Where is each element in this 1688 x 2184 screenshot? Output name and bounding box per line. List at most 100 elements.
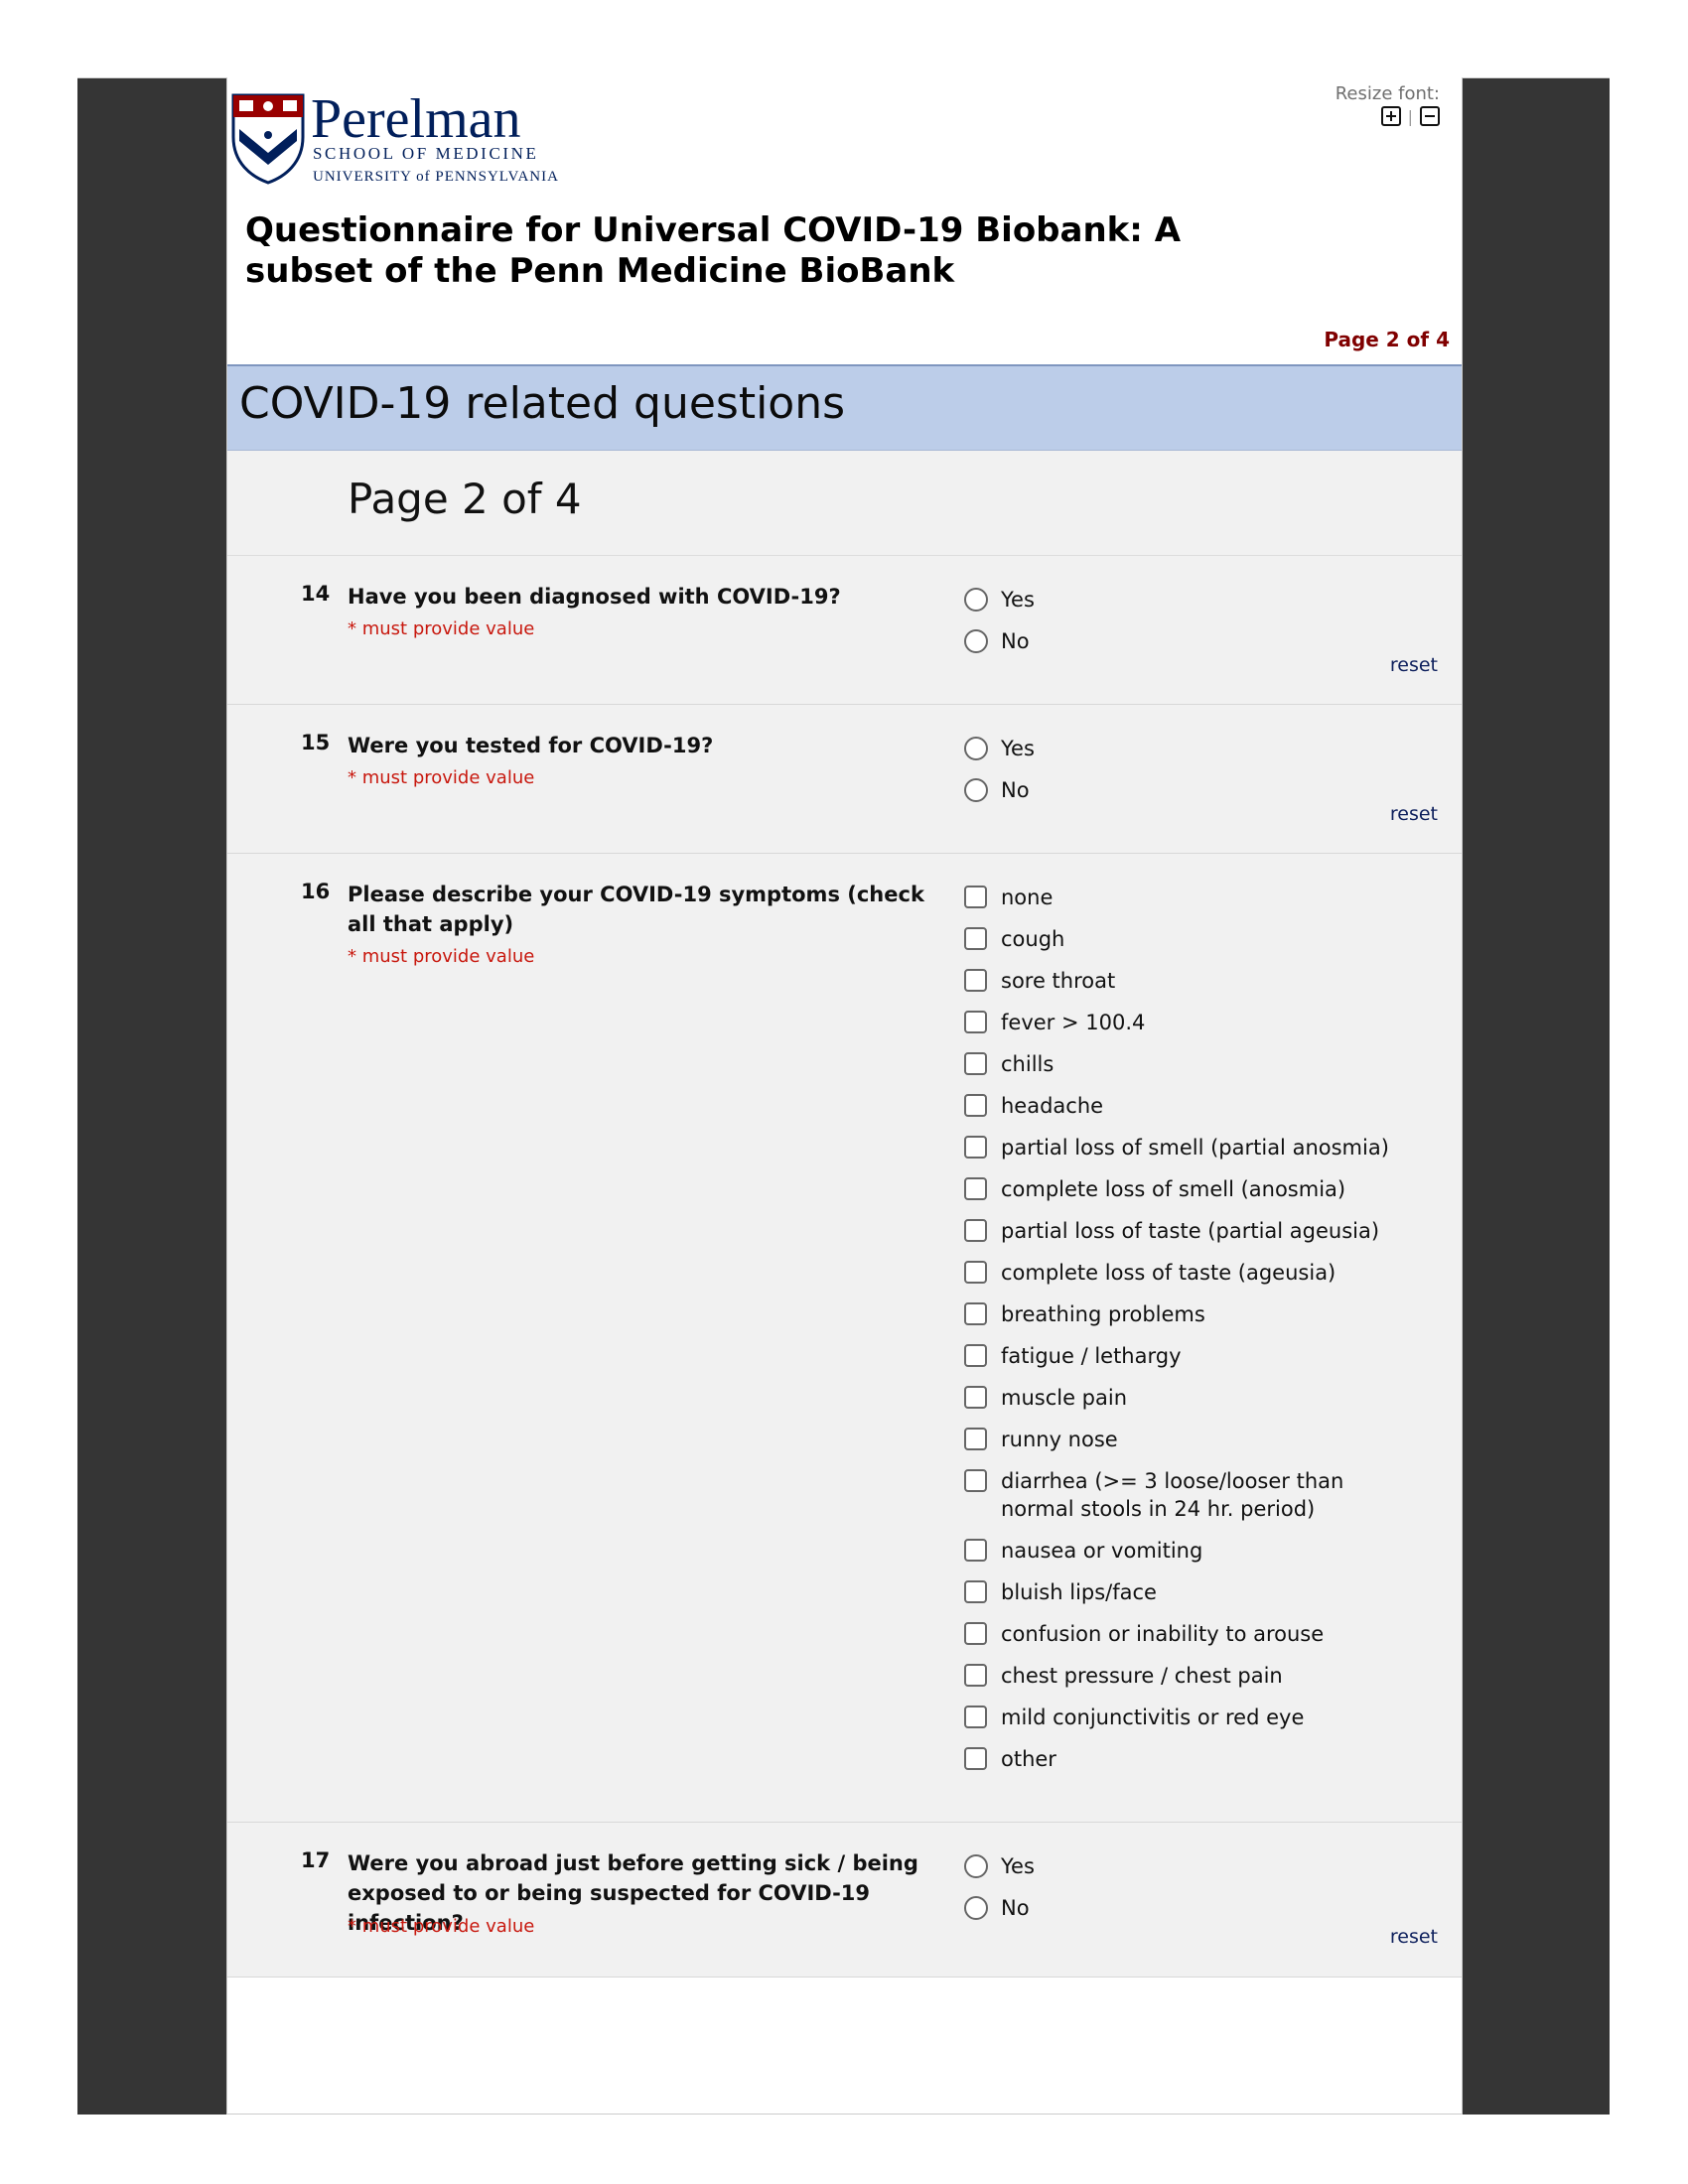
option-label: runny nose (1001, 1428, 1118, 1451)
question-text: Have you been diagnosed with COVID-19? (348, 585, 841, 609)
checkbox[interactable] (964, 1094, 987, 1117)
survey-title: Questionnaire for Universal COVID-19 Bio… (245, 210, 1182, 291)
checkbox[interactable] (964, 969, 987, 992)
option-label: Yes (1001, 588, 1035, 612)
option-label: chills (1001, 1052, 1055, 1076)
option-label: complete loss of taste (ageusia) (1001, 1261, 1336, 1285)
checkbox[interactable] (964, 1136, 987, 1159)
option-headache[interactable]: headache (964, 1092, 1441, 1120)
required-note: * must provide value (348, 946, 535, 967)
radio-button[interactable] (964, 1896, 988, 1920)
option-fever[interactable]: fever > 100.4 (964, 1009, 1441, 1036)
option-label: diarrhea (>= 3 loose/looser than normal … (1001, 1469, 1344, 1521)
option-label: mild conjunctivitis or red eye (1001, 1706, 1305, 1729)
option-runny-nose[interactable]: runny nose (964, 1426, 1441, 1453)
option-label: other (1001, 1747, 1056, 1771)
question-number: 15 (301, 731, 331, 754)
option-breathing-problems[interactable]: breathing problems (964, 1300, 1441, 1328)
logo-name: Perelman (311, 88, 520, 150)
option-yes[interactable]: Yes (964, 1852, 1441, 1880)
checkbox[interactable] (964, 1428, 987, 1450)
required-note: * must provide value (348, 767, 535, 788)
checkbox[interactable] (964, 1011, 987, 1033)
checkbox[interactable] (964, 1302, 987, 1325)
checkbox[interactable] (964, 1261, 987, 1284)
reset-link[interactable]: reset (1390, 803, 1438, 825)
option-partial-anosmia[interactable]: partial loss of smell (partial anosmia) (964, 1134, 1441, 1161)
option-bluish-lips[interactable]: bluish lips/face (964, 1578, 1441, 1606)
survey-container: Perelman SCHOOL OF MEDICINE UNIVERSITY o… (226, 77, 1463, 2115)
option-label: complete loss of smell (anosmia) (1001, 1177, 1346, 1201)
radio-button[interactable] (964, 737, 988, 760)
option-chest-pain[interactable]: chest pressure / chest pain (964, 1662, 1441, 1690)
checkbox[interactable] (964, 927, 987, 950)
option-partial-ageusia[interactable]: partial loss of taste (partial ageusia) (964, 1217, 1441, 1245)
option-muscle-pain[interactable]: muscle pain (964, 1384, 1441, 1412)
resize-separator: | (1407, 106, 1413, 126)
page-label: Page 2 of 4 (348, 475, 582, 523)
checkbox[interactable] (964, 1664, 987, 1687)
option-conjunctivitis[interactable]: mild conjunctivitis or red eye (964, 1704, 1441, 1731)
option-chills[interactable]: chills (964, 1050, 1441, 1078)
option-no[interactable]: No (964, 627, 1441, 655)
option-yes[interactable]: Yes (964, 735, 1441, 762)
checkbox[interactable] (964, 1052, 987, 1075)
question-text: Were you tested for COVID-19? (348, 734, 714, 757)
radio-button[interactable] (964, 778, 988, 802)
checkbox[interactable] (964, 1706, 987, 1728)
question-16: 16 Please describe your COVID-19 symptom… (227, 854, 1462, 1823)
radio-button[interactable] (964, 629, 988, 653)
checkbox[interactable] (964, 1580, 987, 1603)
resize-font-label: Resize font: (1335, 83, 1440, 104)
checkbox[interactable] (964, 1622, 987, 1645)
checkbox[interactable] (964, 1386, 987, 1409)
answer-options: Yes No (964, 735, 1441, 818)
penn-shield-icon (231, 93, 305, 185)
question-text: Please describe your COVID-19 symptoms (… (348, 883, 924, 936)
reset-link[interactable]: reset (1390, 1926, 1438, 1948)
radio-button[interactable] (964, 1854, 988, 1878)
perelman-logo: Perelman SCHOOL OF MEDICINE UNIVERSITY o… (229, 87, 567, 187)
required-note: * must provide value (348, 618, 535, 639)
option-label: breathing problems (1001, 1302, 1205, 1326)
font-decrease-icon[interactable] (1420, 106, 1440, 126)
option-yes[interactable]: Yes (964, 586, 1441, 614)
checkbox[interactable] (964, 1177, 987, 1200)
checkbox[interactable] (964, 1344, 987, 1367)
option-label: No (1001, 778, 1030, 802)
option-no[interactable]: No (964, 776, 1441, 804)
option-label: No (1001, 629, 1030, 653)
checkbox[interactable] (964, 886, 987, 908)
option-confusion[interactable]: confusion or inability to arouse (964, 1620, 1441, 1648)
option-cough[interactable]: cough (964, 925, 1441, 953)
option-label: cough (1001, 927, 1065, 951)
checkbox[interactable] (964, 1539, 987, 1562)
option-no[interactable]: No (964, 1894, 1441, 1922)
checkbox[interactable] (964, 1219, 987, 1242)
font-increase-icon[interactable] (1380, 106, 1401, 126)
checkbox[interactable] (964, 1747, 987, 1770)
option-label: partial loss of taste (partial ageusia) (1001, 1219, 1380, 1243)
option-diarrhea[interactable]: diarrhea (>= 3 loose/looser than normal … (964, 1467, 1441, 1523)
option-label: chest pressure / chest pain (1001, 1664, 1283, 1688)
option-label: Yes (1001, 737, 1035, 760)
section-title: COVID-19 related questions (239, 378, 846, 429)
option-fatigue[interactable]: fatigue / lethargy (964, 1342, 1441, 1370)
question-17: 17 Were you abroad just before getting s… (227, 1823, 1462, 1978)
radio-button[interactable] (964, 588, 988, 612)
option-ageusia[interactable]: complete loss of taste (ageusia) (964, 1259, 1441, 1287)
option-label: bluish lips/face (1001, 1580, 1157, 1604)
option-anosmia[interactable]: complete loss of smell (anosmia) (964, 1175, 1441, 1203)
page-label-row: Page 2 of 4 (227, 451, 1462, 556)
checkbox[interactable] (964, 1469, 987, 1492)
question-number: 16 (301, 880, 331, 903)
option-label: none (1001, 886, 1054, 909)
answer-options: Yes No (964, 1852, 1441, 1936)
option-label: No (1001, 1896, 1030, 1920)
reset-link[interactable]: reset (1390, 654, 1438, 676)
option-none[interactable]: none (964, 884, 1441, 911)
option-label: fatigue / lethargy (1001, 1344, 1182, 1368)
option-nausea[interactable]: nausea or vomiting (964, 1537, 1441, 1565)
option-sore-throat[interactable]: sore throat (964, 967, 1441, 995)
option-other[interactable]: other (964, 1745, 1441, 1773)
